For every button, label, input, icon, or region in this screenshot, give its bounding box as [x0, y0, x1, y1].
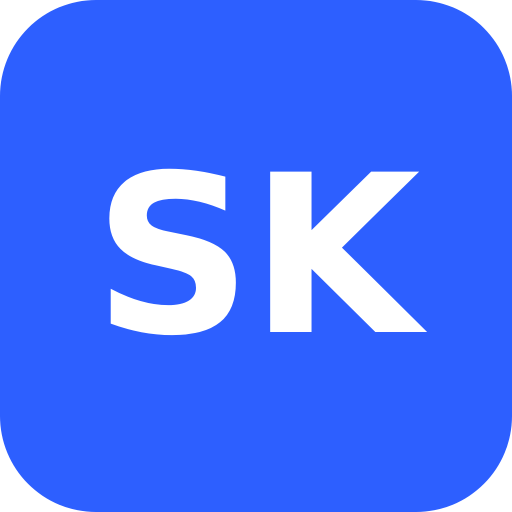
monogram-label: SK: [93, 128, 421, 384]
app-icon[interactable]: SK: [0, 0, 512, 512]
